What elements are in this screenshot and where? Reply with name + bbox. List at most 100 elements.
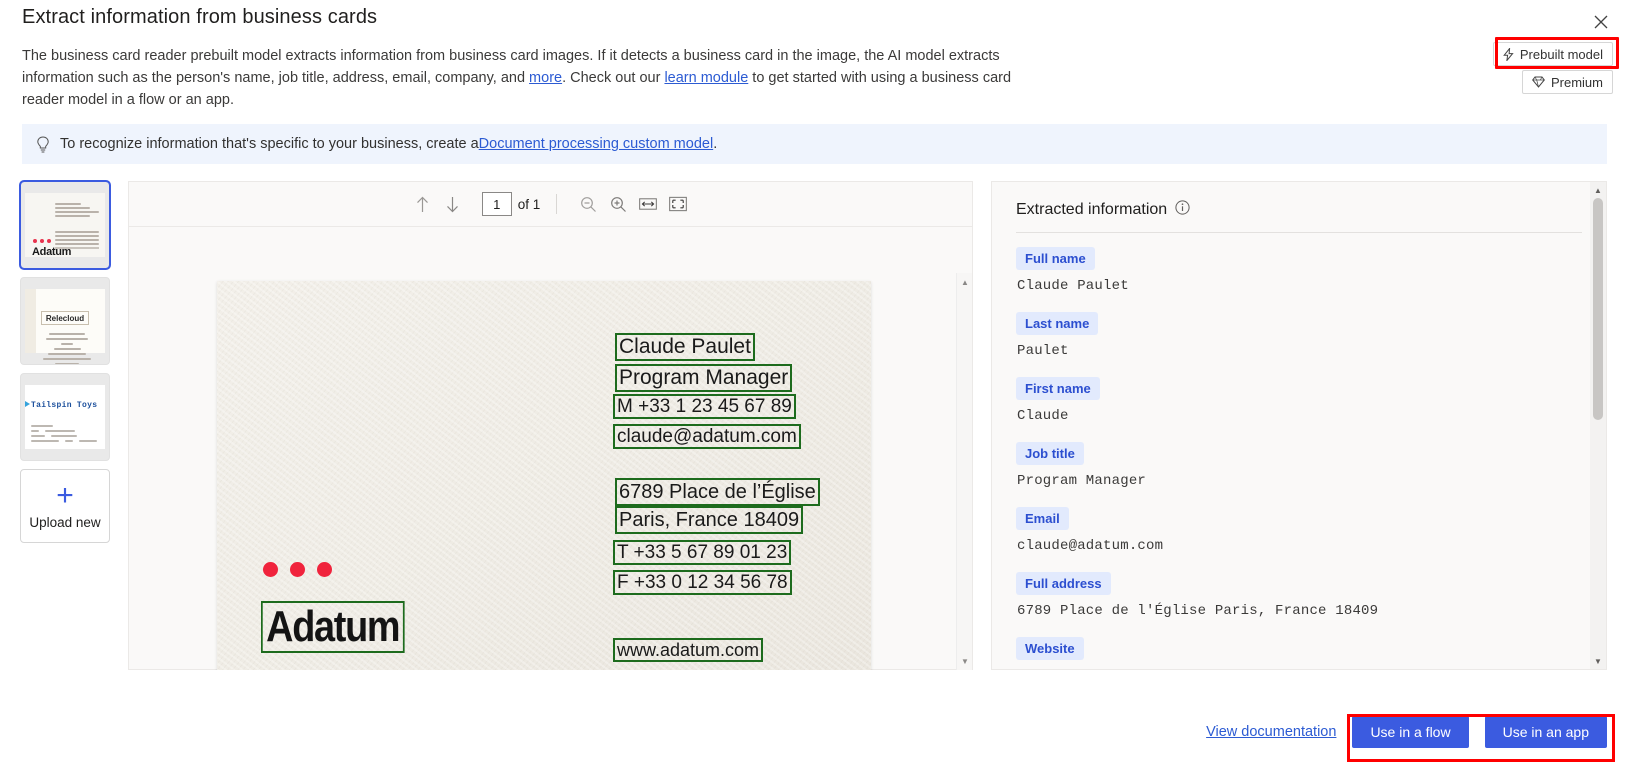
badge-prebuilt-model-label: Prebuilt model: [1519, 46, 1603, 62]
close-icon[interactable]: [1585, 6, 1617, 38]
thumbnail-adatum-preview: Adatum: [25, 193, 105, 258]
field-value: claude@adatum.com: [1017, 538, 1164, 554]
business-card-image: Adatum Claude Paulet Program Manager M +…: [217, 281, 871, 670]
extracted-field: First name Claude: [1016, 377, 1582, 424]
extracted-field: Email claude@adatum.com: [1016, 507, 1582, 554]
ocr-box: claude@adatum.com: [613, 424, 801, 449]
play-triangle-icon: [25, 401, 30, 407]
scroll-up-icon[interactable]: ▲: [1590, 182, 1606, 198]
field-value: Claude: [1017, 408, 1069, 424]
thumbnail-tailspin-label: Tailspin Toys: [31, 401, 98, 410]
page-total-label: of 1: [517, 196, 541, 212]
zoom-out-icon[interactable]: [573, 190, 603, 218]
extracted-field: Full address 6789 Place de l'Église Pari…: [1016, 572, 1582, 619]
thumbnail-logo-dots: [33, 239, 51, 243]
badge-prebuilt-model[interactable]: Prebuilt model: [1492, 42, 1613, 66]
extracted-field: Full name Claude Paulet: [1016, 247, 1582, 294]
lightning-bolt-icon: [1503, 47, 1514, 61]
thumbnail-tailspin-toys[interactable]: Tailspin Toys: [20, 373, 110, 461]
document-viewer: 1 of 1 Adatum Claude Paulet Program Mana…: [128, 181, 973, 670]
arrow-down-icon[interactable]: [438, 190, 468, 218]
ocr-box: Program Manager: [615, 364, 793, 392]
thumbnail-tailspin-bg: Tailspin Toys: [25, 385, 105, 449]
more-link[interactable]: more: [529, 70, 562, 86]
thumbnail-adatum[interactable]: Adatum: [19, 180, 111, 270]
ocr-box: 6789 Place de l’Église: [615, 478, 820, 506]
card-logo-dots: [263, 562, 332, 577]
field-value: Claude Paulet: [1017, 278, 1129, 294]
extracted-panel-scrollbar[interactable]: ▲ ▼: [1590, 182, 1606, 669]
view-documentation-link[interactable]: View documentation: [1206, 724, 1336, 740]
ocr-box: M +33 1 23 45 67 89: [613, 394, 796, 419]
description-part-2: . Check out our: [562, 70, 665, 86]
viewer-toolbar: 1 of 1: [129, 182, 972, 227]
info-banner: To recognize information that's specific…: [22, 124, 1607, 164]
field-label: Last name: [1016, 312, 1099, 335]
zoom-in-icon[interactable]: [603, 190, 633, 218]
scroll-down-icon[interactable]: ▼: [1590, 653, 1606, 669]
extracted-information-panel: Extracted information Full name Claude P…: [991, 181, 1607, 670]
thumbnail-relecloud-sidebar: [25, 289, 36, 353]
info-banner-text-after: .: [713, 136, 718, 152]
field-label: First name: [1016, 377, 1100, 400]
fit-to-page-icon[interactable]: [663, 190, 693, 218]
thumbnail-bottom-line: [55, 247, 99, 249]
thumbnail-list: Adatum Relecloud Tailspin Toys + Upload …: [19, 180, 111, 543]
extracted-information-header: Extracted information: [992, 182, 1606, 220]
upload-new-label: Upload new: [29, 514, 101, 530]
card-company-logo: Adatum: [261, 601, 405, 653]
field-value: Paulet: [1017, 343, 1069, 359]
lightbulb-icon: [36, 135, 50, 153]
diamond-icon: [1532, 76, 1545, 88]
thumbnail-relecloud[interactable]: Relecloud: [20, 277, 110, 365]
field-label: Full address: [1016, 572, 1111, 595]
scrollbar-thumb[interactable]: [1593, 198, 1603, 420]
use-in-an-app-button[interactable]: Use in an app: [1484, 716, 1607, 748]
fit-to-width-icon[interactable]: [633, 190, 663, 218]
thumbnail-relecloud-label: Relecloud: [41, 311, 89, 325]
info-circle-icon[interactable]: [1175, 200, 1190, 220]
thumbnail-relecloud-bg: Relecloud: [25, 289, 105, 364]
extracted-field: Website: [1016, 637, 1582, 668]
badge-group: Prebuilt model Premium: [1492, 42, 1613, 94]
extracted-field: Job title Program Manager: [1016, 442, 1582, 489]
info-banner-text-before: To recognize information that's specific…: [60, 136, 479, 152]
field-label: Job title: [1016, 442, 1084, 465]
arrow-up-icon[interactable]: [408, 190, 438, 218]
thumbnail-relecloud-preview: Relecloud: [25, 289, 105, 364]
thumbnail-text-lines: [55, 203, 99, 219]
thumbnail-text-lines-2: [55, 231, 99, 247]
ocr-box: Claude Paulet: [615, 333, 755, 361]
thumbnail-tailspin-lines: [31, 425, 99, 445]
page-number-value: 1: [493, 196, 501, 212]
learn-module-link[interactable]: learn module: [664, 70, 748, 86]
scroll-up-icon[interactable]: ▲: [957, 275, 972, 289]
badge-premium[interactable]: Premium: [1521, 70, 1613, 94]
dialog-extract-business-cards: Extract information from business cards …: [0, 0, 1629, 776]
viewer-scrollbar[interactable]: ▲ ▼: [956, 273, 972, 670]
plus-icon: +: [56, 478, 74, 512]
field-value: 6789 Place de l'Église Paris, France 184…: [1017, 603, 1379, 619]
extracted-information-title: Extracted information: [1016, 201, 1168, 218]
field-label: Full name: [1016, 247, 1095, 270]
description-text: The business card reader prebuilt model …: [22, 45, 1052, 111]
footer-actions: View documentation Use in a flow Use in …: [0, 688, 1629, 776]
thumbnail-relecloud-lines: [37, 333, 97, 364]
badge-premium-label: Premium: [1550, 74, 1603, 90]
toolbar-divider: [556, 194, 558, 214]
ocr-box: Paris, France 18409: [615, 506, 804, 534]
field-label: Website: [1016, 637, 1084, 660]
extracted-fields-list: Full name Claude Paulet Last name Paulet…: [992, 233, 1606, 668]
scroll-down-icon[interactable]: ▼: [957, 654, 972, 668]
upload-new-button[interactable]: + Upload new: [20, 469, 110, 543]
viewer-canvas[interactable]: Adatum Claude Paulet Program Manager M +…: [129, 227, 972, 670]
use-in-a-flow-button[interactable]: Use in a flow: [1352, 716, 1469, 748]
extracted-field: Last name Paulet: [1016, 312, 1582, 359]
field-label: Email: [1016, 507, 1069, 530]
ocr-box: F +33 0 12 34 56 78: [613, 570, 792, 595]
page-title: Extract information from business cards: [22, 6, 378, 28]
ocr-box: T +33 5 67 89 01 23: [613, 540, 792, 565]
field-value: Program Manager: [1017, 473, 1147, 489]
page-number-input[interactable]: 1: [481, 192, 512, 216]
custom-model-link[interactable]: Document processing custom model: [479, 136, 714, 152]
